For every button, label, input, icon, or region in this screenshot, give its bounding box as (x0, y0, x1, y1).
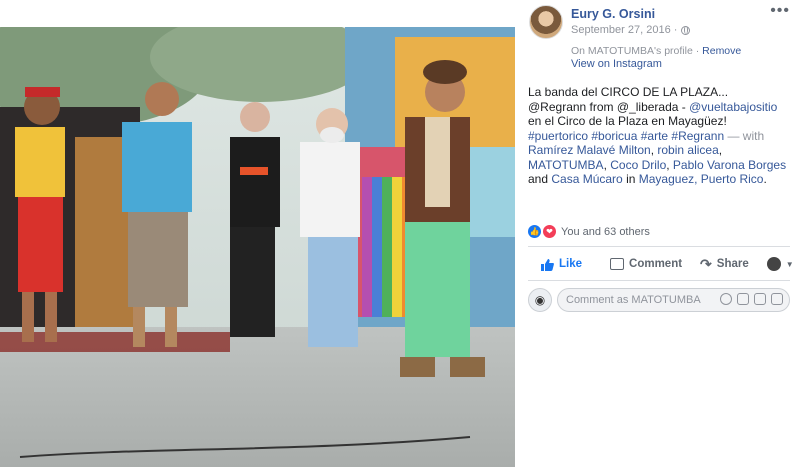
globe-icon (681, 25, 691, 35)
caption-location-text: en el Circo de la Plaza en Mayagüez! (528, 114, 727, 128)
like-button[interactable]: Like (540, 258, 582, 271)
more-options-icon[interactable]: ••• (770, 2, 790, 20)
author-avatar[interactable] (529, 5, 563, 39)
share-label: Share (716, 258, 749, 270)
gif-icon[interactable] (754, 293, 766, 305)
view-on-instagram-link[interactable]: View on Instagram (571, 58, 662, 70)
comment-button[interactable]: Comment (610, 258, 682, 270)
sticker-icon[interactable] (771, 293, 783, 305)
profile-origin-text: On MATOTUMBA's profile · (571, 45, 703, 57)
post-date: September 27, 2016 · (571, 24, 691, 36)
tag-link[interactable]: MATOTUMBA (528, 158, 604, 172)
thumbs-up-icon (541, 258, 554, 271)
tag-link[interactable]: Pablo Varona Borges (673, 158, 786, 172)
separator: and (528, 172, 552, 186)
comment-tools (720, 293, 783, 305)
place-link[interactable]: Mayaguez, Puerto Rico (639, 172, 764, 186)
comment-input[interactable]: Comment as MATOTUMBA (557, 288, 790, 312)
separator: . (763, 172, 767, 186)
remove-link[interactable]: Remove (702, 45, 741, 57)
share-button[interactable]: ↷ Share (700, 257, 749, 271)
camera-icon[interactable] (737, 293, 749, 305)
tag-link[interactable]: Ramírez Malavé Milton (528, 143, 651, 157)
chevron-down-icon: ▼ (785, 259, 794, 269)
reactions-summary[interactable]: 👍 ❤ You and 63 others (528, 224, 650, 239)
separator: , (666, 157, 673, 172)
tag-link[interactable]: robin alicea (657, 143, 718, 157)
post-date-text[interactable]: September 27, 2016 · (571, 24, 677, 36)
mention-link[interactable]: @vueltabajositio (689, 100, 777, 114)
comment-composer: ◉ Comment as MATOTUMBA (528, 287, 790, 313)
page-avatar-icon (766, 257, 781, 271)
action-bar: Like Comment ↷ Share ▼ (528, 252, 794, 276)
separator: , (718, 143, 723, 157)
comment-label: Comment (629, 258, 683, 270)
comment-placeholder: Comment as MATOTUMBA (566, 294, 701, 306)
comment-bubble-icon (610, 258, 625, 270)
divider (528, 246, 790, 247)
tag-link[interactable]: Casa Múcaro (551, 172, 622, 186)
caption-regrann: @Regrann from @_liberada - (528, 99, 690, 114)
emoji-icon[interactable] (720, 293, 732, 305)
post-caption: La banda del CIRCO DE LA PLAZA... @Regra… (528, 85, 793, 187)
caption-line1: La banda del CIRCO DE LA PLAZA... (528, 85, 729, 99)
like-label: Like (559, 258, 583, 270)
author-name[interactable]: Eury G. Orsini (571, 7, 655, 21)
separator: in (622, 172, 639, 186)
like-reaction-icon: 👍 (528, 225, 541, 238)
love-reaction-icon: ❤ (542, 224, 557, 239)
hashtags[interactable]: #puertorico #boricua #arte #Regrann (528, 129, 724, 143)
caption-with: — with (724, 128, 765, 143)
reaction-audience-selector[interactable]: ▼ (766, 257, 794, 271)
profile-origin: On MATOTUMBA's profile · Remove (571, 45, 741, 57)
tag-link[interactable]: Coco Drilo (610, 158, 666, 172)
post-details-panel: Eury G. Orsini September 27, 2016 · ••• … (515, 0, 800, 467)
reactions-count[interactable]: You and 63 others (561, 226, 650, 238)
commenter-avatar[interactable]: ◉ (528, 288, 552, 312)
share-arrow-icon: ↷ (700, 256, 712, 272)
divider (528, 280, 790, 281)
photo-illustration (0, 27, 515, 467)
post-photo[interactable] (0, 27, 515, 467)
